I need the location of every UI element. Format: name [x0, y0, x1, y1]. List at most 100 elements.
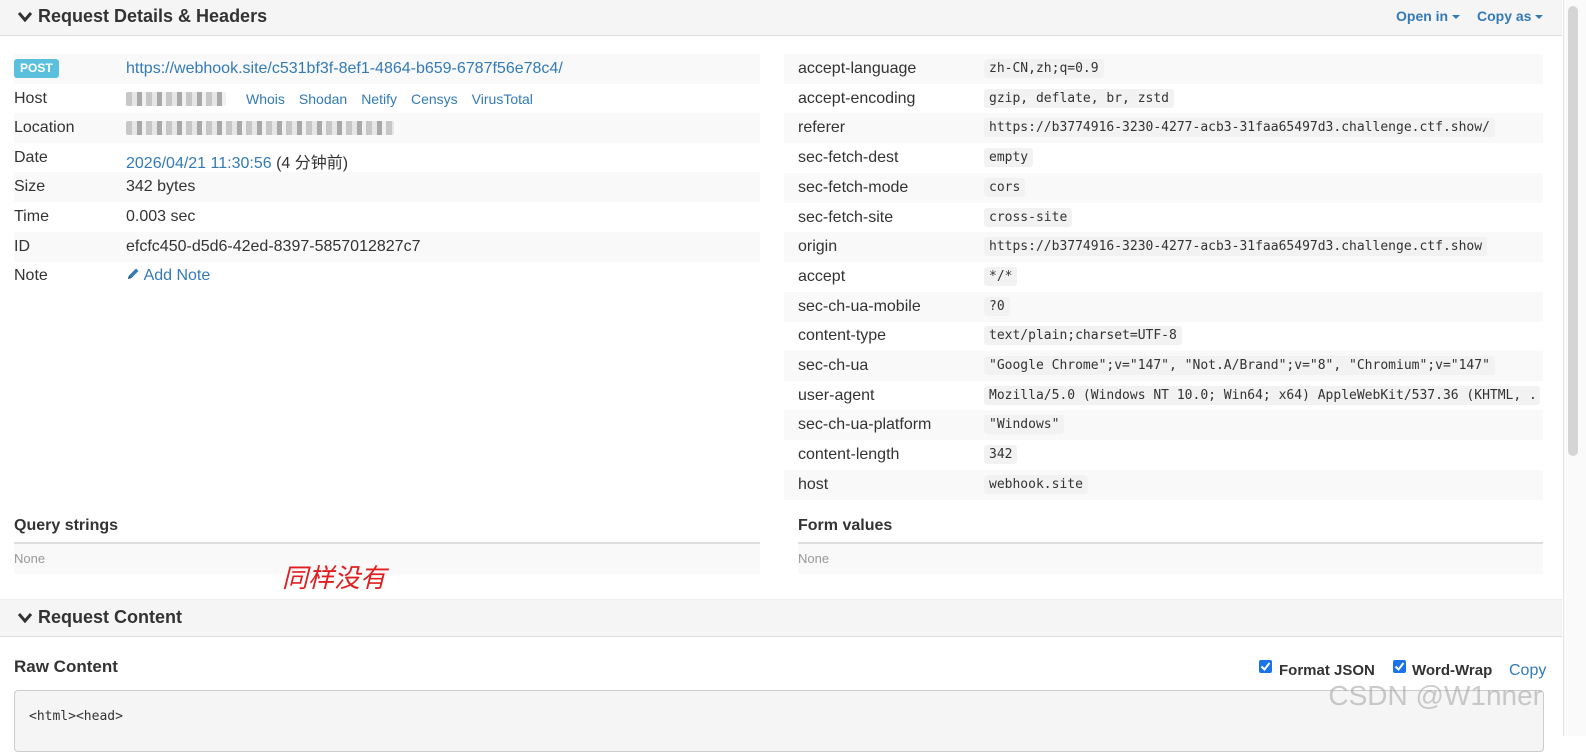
raw-content-box[interactable]: <html><head>: [14, 690, 1544, 752]
header-row: origin https://b3774916-3230-4277-acb3-31…: [784, 232, 1543, 262]
id-label: ID: [14, 238, 30, 255]
scrollbar-thumb[interactable]: [1568, 6, 1578, 456]
url-row: POST https://webhook.site/c531bf3f-8ef1-…: [14, 54, 760, 84]
virustotal-link[interactable]: VirusTotal: [472, 91, 533, 107]
header-row: accept-encoding gzip, deflate, br, zstd: [784, 84, 1543, 114]
date-value: 2026/04/21 11:30:56 (4 分钟前): [126, 149, 348, 173]
copy-content-link[interactable]: Copy: [1509, 662, 1546, 680]
header-value: "Google Chrome";v="147", "Not.A/Brand";v…: [984, 356, 1495, 375]
header-value: cross-site: [984, 208, 1073, 227]
date-link[interactable]: 2026/04/21 11:30:56: [126, 155, 272, 172]
header-key: content-length: [798, 446, 900, 463]
request-content-title: Request Content: [38, 607, 182, 627]
location-row: Location: [14, 113, 760, 143]
header-row: accept-language zh-CN,zh;q=0.9: [784, 54, 1543, 84]
query-strings-title: Query strings: [14, 517, 119, 534]
header-value: 342: [984, 445, 1018, 464]
redacted-location: [126, 120, 394, 135]
section-title: Request Details & Headers: [38, 6, 268, 26]
request-content-header[interactable]: Request Content: [0, 599, 1562, 637]
header-value: zh-CN,zh;q=0.9: [984, 59, 1104, 78]
header-key: host: [798, 476, 829, 493]
header-value: "Windows": [984, 415, 1065, 434]
host-lookup-links: Whois Shodan Netify Censys VirusTotal: [246, 91, 547, 109]
host-row: Host Whois Shodan Netify Censys VirusTotal: [14, 84, 760, 114]
host-value: [126, 90, 226, 108]
header-key: sec-ch-ua-platform: [798, 416, 932, 433]
header-key: sec-fetch-mode: [798, 179, 909, 196]
header-row: sec-fetch-mode cors: [784, 173, 1543, 203]
header-key: accept-language: [798, 60, 917, 77]
header-value: empty: [984, 148, 1034, 167]
form-values-value: None: [798, 551, 830, 566]
location-label: Location: [14, 119, 75, 136]
header-row: host webhook.site: [784, 470, 1543, 500]
query-strings-value: None: [14, 551, 46, 566]
header-value: https://b3774916-3230-4277-acb3-31faa654…: [984, 237, 1488, 256]
header-key: content-type: [798, 327, 887, 344]
word-wrap-checkbox[interactable]: [1393, 660, 1406, 673]
header-key: sec-fetch-dest: [798, 149, 899, 166]
header-value: */*: [984, 267, 1018, 286]
header-row: content-type text/plain;charset=UTF-8: [784, 321, 1543, 351]
header-key: referer: [798, 119, 846, 136]
add-note-label: Add Note: [143, 267, 211, 284]
header-value: cors: [984, 178, 1026, 197]
header-key: sec-ch-ua-mobile: [798, 298, 921, 315]
header-value: gzip, deflate, br, zstd: [984, 89, 1175, 108]
chevron-down-icon: [18, 12, 32, 22]
header-key: origin: [798, 238, 838, 255]
header-value: webhook.site: [984, 475, 1088, 494]
header-key: accept: [798, 268, 846, 285]
location-value: [126, 119, 394, 137]
header-row: sec-fetch-site cross-site: [784, 203, 1543, 233]
id-row: ID efcfc450-d5d6-42ed-8397-5857012827c7: [14, 232, 760, 262]
netify-link[interactable]: Netify: [361, 91, 397, 107]
shodan-link[interactable]: Shodan: [299, 91, 347, 107]
chevron-down-icon: [18, 613, 32, 623]
format-json-checkbox[interactable]: [1259, 660, 1272, 673]
time-value: 0.003 sec: [126, 208, 196, 225]
query-strings-box: None: [14, 542, 760, 574]
open-in-label: Open in: [1396, 8, 1449, 24]
host-label: Host: [14, 90, 47, 107]
word-wrap-label[interactable]: Word-Wrap: [1412, 662, 1492, 679]
header-key: user-agent: [798, 387, 875, 404]
details-header[interactable]: Request Details & Headers Open in Copy a…: [0, 0, 1562, 36]
header-row: referer https://b3774916-3230-4277-acb3-3…: [784, 113, 1543, 143]
header-row: content-length 342: [784, 440, 1543, 470]
header-row: sec-fetch-dest empty: [784, 143, 1543, 173]
method-badge: POST: [14, 59, 59, 78]
raw-content-title: Raw Content: [14, 657, 118, 676]
open-in-dropdown[interactable]: Open in: [1396, 8, 1461, 24]
format-json-label[interactable]: Format JSON: [1279, 662, 1375, 679]
size-row: Size 342 bytes: [14, 172, 760, 202]
note-label: Note: [14, 267, 48, 284]
size-value: 342 bytes: [126, 178, 196, 195]
header-row: accept */*: [784, 262, 1543, 292]
add-note-link[interactable]: Add Note: [126, 267, 210, 285]
header-key: sec-ch-ua: [798, 357, 869, 374]
form-values-title: Form values: [798, 517, 893, 534]
pencil-icon: [128, 268, 139, 279]
header-value: Mozilla/5.0 (Windows NT 10.0; Win64; x64…: [984, 386, 1540, 405]
handwritten-annotation: 同样没有: [282, 564, 387, 594]
header-row: sec-ch-ua-platform "Windows": [784, 410, 1543, 440]
date-row: Date 2026/04/21 11:30:56 (4 分钟前): [14, 143, 760, 173]
size-label: Size: [14, 178, 46, 195]
censys-link[interactable]: Censys: [411, 91, 458, 107]
copy-as-dropdown[interactable]: Copy as: [1477, 8, 1544, 24]
date-label: Date: [14, 149, 48, 166]
header-value: text/plain;charset=UTF-8: [984, 326, 1182, 345]
note-row: Note Add Note: [14, 261, 760, 291]
caret-down-icon: [1452, 15, 1461, 19]
watermark: CSDN @W1nner: [1328, 680, 1542, 711]
scrollbar[interactable]: [1563, 0, 1586, 736]
header-key: accept-encoding: [798, 90, 916, 107]
request-url-link[interactable]: https://webhook.site/c531bf3f-8ef1-4864-…: [126, 60, 563, 78]
header-row: sec-ch-ua-mobile ?0: [784, 292, 1543, 322]
redacted-host: [126, 91, 226, 106]
header-row: sec-ch-ua "Google Chrome";v="147", "Not.A…: [784, 351, 1543, 381]
caret-down-icon: [1535, 15, 1544, 19]
whois-link[interactable]: Whois: [246, 91, 285, 107]
